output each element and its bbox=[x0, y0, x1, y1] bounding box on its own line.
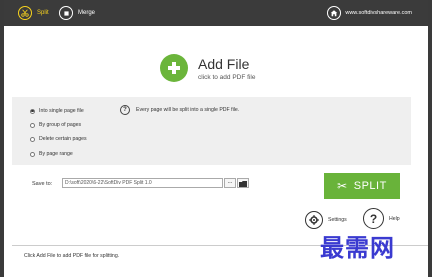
split-mode-label: Split bbox=[37, 10, 49, 16]
settings-button[interactable]: Settings bbox=[305, 211, 347, 229]
radio-button[interactable] bbox=[30, 151, 35, 157]
option-help-text: Every page will be split into a single P… bbox=[136, 107, 240, 113]
add-file-title: Add File bbox=[198, 55, 250, 72]
home-icon bbox=[327, 6, 342, 20]
gear-icon bbox=[305, 211, 323, 229]
split-button[interactable]: ✂ SPLIT bbox=[324, 173, 400, 199]
split-button-label: SPLIT bbox=[353, 180, 387, 192]
option-label: By page range bbox=[39, 151, 73, 157]
question-icon: ? bbox=[120, 105, 130, 115]
merge-mode-button[interactable]: Merge bbox=[59, 4, 95, 22]
save-to-label: Save to: bbox=[32, 181, 53, 187]
watermark-logo: 最需网 bbox=[320, 233, 395, 262]
radio-button[interactable] bbox=[30, 136, 35, 142]
option-label: Into single page file bbox=[39, 108, 84, 114]
merge-mode-label: Merge bbox=[78, 10, 96, 16]
split-mode-button[interactable]: Split bbox=[18, 4, 49, 22]
help-icon: ? bbox=[363, 208, 384, 229]
option-group-of-pages[interactable]: By group of pages bbox=[30, 122, 81, 128]
top-toolbar: Split Merge www.softdivshareware.com bbox=[4, 0, 428, 26]
folder-icon bbox=[239, 174, 247, 192]
add-file-button[interactable]: Add File click to add PDF file bbox=[160, 48, 320, 88]
option-single-page[interactable]: Into single page file bbox=[30, 108, 84, 114]
option-label: By group of pages bbox=[39, 122, 82, 128]
help-button[interactable]: ? Help bbox=[363, 208, 400, 229]
save-path-input[interactable]: D:\soft\2020\6-22\SoftDiv PDF Split 1.0 bbox=[62, 178, 223, 188]
radio-button[interactable] bbox=[30, 108, 35, 114]
merge-icon bbox=[59, 6, 73, 20]
scissors-icon bbox=[18, 6, 32, 20]
plus-icon bbox=[160, 54, 188, 82]
option-help: ? Every page will be split into a single… bbox=[120, 105, 239, 115]
option-delete-pages[interactable]: Delete certain pages bbox=[30, 136, 87, 142]
settings-label: Settings bbox=[328, 217, 347, 223]
website-url: www.softdivshareware.com bbox=[345, 10, 412, 16]
open-folder-button[interactable] bbox=[237, 178, 249, 188]
website-link[interactable]: www.softdivshareware.com bbox=[327, 4, 412, 22]
split-options-panel: Into single page file By group of pages … bbox=[12, 97, 411, 165]
option-label: Delete certain pages bbox=[39, 136, 87, 142]
radio-button[interactable] bbox=[30, 122, 35, 128]
help-label: Help bbox=[389, 215, 400, 222]
browse-button[interactable]: ... bbox=[224, 178, 236, 188]
status-text: Click Add File to add PDF file for split… bbox=[24, 253, 120, 259]
scissors-icon: ✂ bbox=[337, 179, 348, 193]
add-file-subtitle: click to add PDF file bbox=[198, 73, 256, 81]
option-page-range[interactable]: By page range bbox=[30, 151, 73, 157]
